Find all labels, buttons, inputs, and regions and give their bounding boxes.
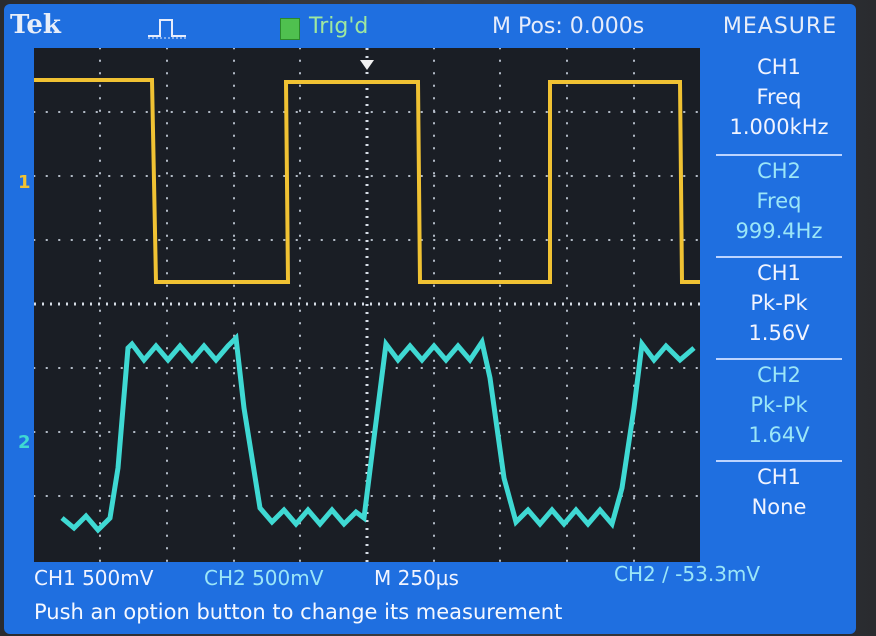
measure-slot-2[interactable]: CH2 Freq 999.4Hz bbox=[716, 154, 842, 250]
measure-slot-4-channel: CH2 bbox=[757, 363, 801, 387]
ch2-waveform bbox=[60, 332, 696, 534]
ch1-ground-marker: 1 bbox=[18, 172, 31, 193]
measure-menu-title: MEASURE bbox=[722, 14, 838, 39]
measure-slot-2-channel: CH2 bbox=[757, 159, 801, 183]
trigger-level: CH2 ∕ -53.3mV bbox=[614, 562, 761, 586]
channel-scale-bar: CH1 500mV CH2 500mV M 250µs CH2 ∕ -53.3m… bbox=[4, 562, 856, 596]
status-message-bar: Push an option button to change its meas… bbox=[4, 594, 856, 634]
timebase: M 250µs bbox=[374, 566, 459, 590]
brand-logo: Tek bbox=[10, 10, 61, 40]
status-message: Push an option button to change its meas… bbox=[34, 600, 563, 624]
ch2-scale: CH2 500mV bbox=[204, 566, 324, 590]
measure-slot-4-value: 1.64V bbox=[748, 423, 810, 447]
measure-slot-3[interactable]: CH1 Pk-Pk 1.56V bbox=[716, 256, 842, 352]
measure-slot-4-type: Pk-Pk bbox=[750, 393, 808, 417]
measure-slot-5[interactable]: CH1 None bbox=[716, 460, 842, 556]
measure-slot-5-channel: CH1 bbox=[757, 465, 801, 489]
measure-slot-1-type: Freq bbox=[756, 85, 802, 109]
measure-slot-1-value: 1.000kHz bbox=[729, 115, 829, 139]
ch1-scale: CH1 500mV bbox=[34, 566, 154, 590]
trigger-position-marker bbox=[360, 60, 374, 70]
trigger-pulse-icon bbox=[148, 19, 186, 39]
measure-slot-5-type: None bbox=[751, 495, 807, 519]
measure-slot-3-value: 1.56V bbox=[748, 321, 810, 345]
horizontal-position: M Pos: 0.000s bbox=[492, 14, 645, 39]
ch1-waveform bbox=[34, 78, 700, 284]
measure-slot-4[interactable]: CH2 Pk-Pk 1.64V bbox=[716, 358, 842, 454]
measure-slot-1-channel: CH1 bbox=[757, 55, 801, 79]
trigger-status: Trig'd bbox=[309, 14, 369, 39]
oscilloscope-screen: Tek Trig'd M Pos: 0.000s 1 2 MEASURE CH1… bbox=[4, 4, 856, 634]
measure-slot-2-value: 999.4Hz bbox=[735, 219, 823, 243]
measure-slot-2-type: Freq bbox=[756, 189, 802, 213]
ch2-ground-marker: 2 bbox=[18, 432, 31, 453]
waveform-display bbox=[34, 48, 700, 562]
graticule bbox=[34, 48, 700, 562]
measure-slot-1[interactable]: CH1 Freq 1.000kHz bbox=[716, 52, 842, 146]
measure-slot-3-channel: CH1 bbox=[757, 261, 801, 285]
measure-slot-3-type: Pk-Pk bbox=[750, 291, 808, 315]
trigger-status-indicator bbox=[280, 18, 300, 40]
